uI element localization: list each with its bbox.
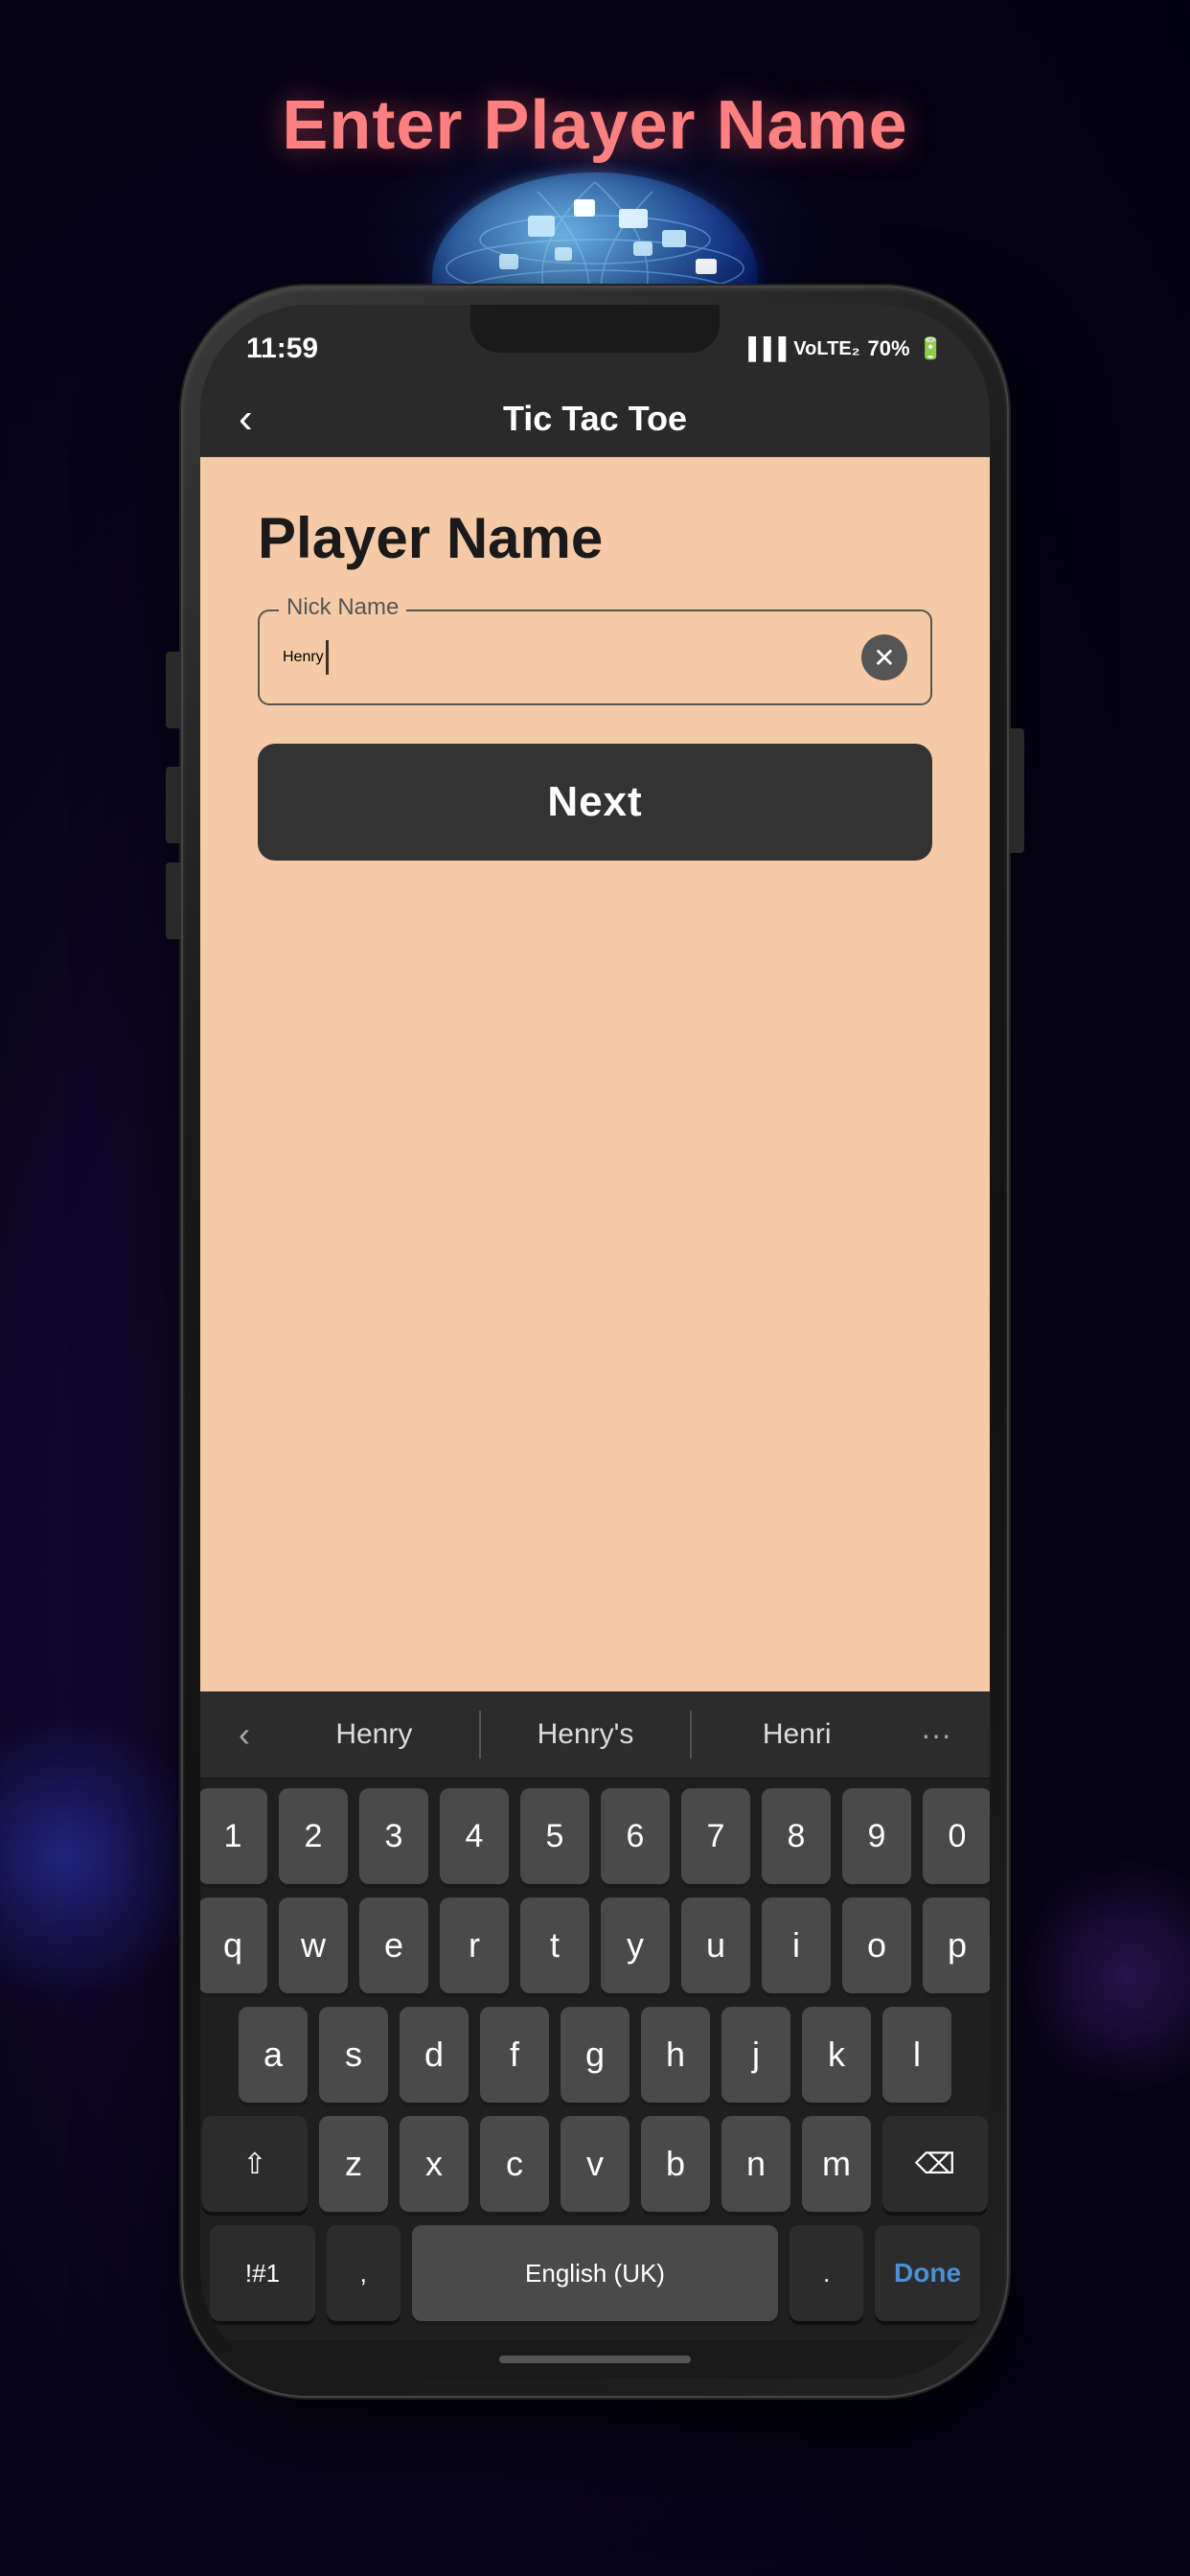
key-y[interactable]: y — [601, 1898, 670, 1993]
key-v[interactable]: v — [561, 2116, 629, 2212]
back-button[interactable]: ‹ — [239, 395, 253, 443]
autocomplete-more-button[interactable]: ··· — [902, 1710, 971, 1760]
player-name-heading: Player Name — [258, 505, 932, 571]
key-c[interactable]: c — [480, 2116, 549, 2212]
text-cursor — [326, 640, 329, 675]
clear-input-button[interactable]: ✕ — [861, 634, 907, 680]
key-f[interactable]: f — [480, 2007, 549, 2103]
key-l[interactable]: l — [882, 2007, 951, 2103]
key-z[interactable]: z — [319, 2116, 388, 2212]
key-m[interactable]: m — [802, 2116, 871, 2212]
key-7[interactable]: 7 — [681, 1788, 750, 1884]
shift-key[interactable]: ⇧ — [202, 2116, 308, 2212]
bottom-row: !#1 , English (UK) . Done — [210, 2225, 980, 2321]
page-title: Enter Player Name — [282, 86, 907, 165]
key-k[interactable]: k — [802, 2007, 871, 2103]
battery-icon: 🔋 — [918, 336, 944, 361]
done-key[interactable]: Done — [875, 2225, 980, 2321]
bg-glow-right — [1008, 1857, 1190, 2097]
key-d[interactable]: d — [400, 2007, 469, 2103]
key-h[interactable]: h — [641, 2007, 710, 2103]
battery-level: 70% — [868, 336, 910, 361]
phone-frame: 11:59 ▐▐▐ VoLTE₂ 70% 🔋 ‹ Tic Tac Toe Pla… — [183, 288, 1007, 2396]
signal-icon: ▐▐▐ — [742, 336, 787, 361]
wifi-icon: VoLTE₂ — [793, 338, 859, 360]
key-a[interactable]: a — [239, 2007, 308, 2103]
status-time: 11:59 — [246, 333, 318, 365]
key-3[interactable]: 3 — [359, 1788, 428, 1884]
nav-title: Tic Tac Toe — [503, 399, 687, 439]
input-field[interactable]: Henry ✕ — [275, 619, 915, 696]
key-9[interactable]: 9 — [842, 1788, 911, 1884]
autocomplete-word-3[interactable]: Henri — [691, 1711, 902, 1759]
autocomplete-bar: ‹ Henry Henry's Henri ··· — [200, 1691, 990, 1779]
nickname-value: Henry — [283, 640, 329, 675]
bg-glow-left — [0, 1714, 211, 2001]
zxcv-row: ⇧ z x c v b n m ⌫ — [210, 2116, 980, 2212]
key-w[interactable]: w — [279, 1898, 348, 1993]
key-2[interactable]: 2 — [279, 1788, 348, 1884]
key-x[interactable]: x — [400, 2116, 469, 2212]
nickname-input-wrapper[interactable]: Nick Name Henry ✕ — [258, 610, 932, 705]
key-s[interactable]: s — [319, 2007, 388, 2103]
nav-bar: ‹ Tic Tac Toe — [200, 381, 990, 457]
main-content: Player Name Nick Name Henry ✕ Next — [200, 457, 990, 1691]
key-i[interactable]: i — [762, 1898, 831, 1993]
key-0[interactable]: 0 — [923, 1788, 990, 1884]
key-n[interactable]: n — [721, 2116, 790, 2212]
autocomplete-word-2[interactable]: Henry's — [480, 1711, 692, 1759]
keyboard: 1 2 3 4 5 6 7 8 9 0 q w — [200, 1779, 990, 2340]
key-5[interactable]: 5 — [520, 1788, 589, 1884]
qwerty-row: q w e r t y u i o p — [210, 1898, 980, 1993]
key-o[interactable]: o — [842, 1898, 911, 1993]
key-8[interactable]: 8 — [762, 1788, 831, 1884]
autocomplete-back-icon[interactable]: ‹ — [219, 1707, 269, 1762]
home-indicator — [200, 2340, 990, 2379]
status-icons: ▐▐▐ VoLTE₂ 70% 🔋 — [742, 336, 944, 361]
autocomplete-suggestions: Henry Henry's Henri — [269, 1711, 902, 1759]
key-t[interactable]: t — [520, 1898, 589, 1993]
key-j[interactable]: j — [721, 2007, 790, 2103]
comma-key[interactable]: , — [327, 2225, 400, 2321]
key-p[interactable]: p — [923, 1898, 990, 1993]
key-u[interactable]: u — [681, 1898, 750, 1993]
phone-screen: 11:59 ▐▐▐ VoLTE₂ 70% 🔋 ‹ Tic Tac Toe Pla… — [200, 305, 990, 2379]
number-row: 1 2 3 4 5 6 7 8 9 0 — [210, 1788, 980, 1884]
home-bar — [499, 2356, 691, 2363]
space-key[interactable]: English (UK) — [412, 2225, 779, 2321]
key-4[interactable]: 4 — [440, 1788, 509, 1884]
symbols-key[interactable]: !#1 — [210, 2225, 315, 2321]
next-button[interactable]: Next — [258, 744, 932, 861]
key-q[interactable]: q — [200, 1898, 267, 1993]
period-key[interactable]: . — [790, 2225, 863, 2321]
key-e[interactable]: e — [359, 1898, 428, 1993]
key-r[interactable]: r — [440, 1898, 509, 1993]
delete-key[interactable]: ⌫ — [882, 2116, 988, 2212]
phone-notch — [470, 305, 720, 353]
asdf-row: a s d f g h j k l — [210, 2007, 980, 2103]
nickname-label: Nick Name — [279, 594, 406, 621]
key-6[interactable]: 6 — [601, 1788, 670, 1884]
key-1[interactable]: 1 — [200, 1788, 267, 1884]
autocomplete-word-1[interactable]: Henry — [269, 1711, 480, 1759]
key-g[interactable]: g — [561, 2007, 629, 2103]
key-b[interactable]: b — [641, 2116, 710, 2212]
